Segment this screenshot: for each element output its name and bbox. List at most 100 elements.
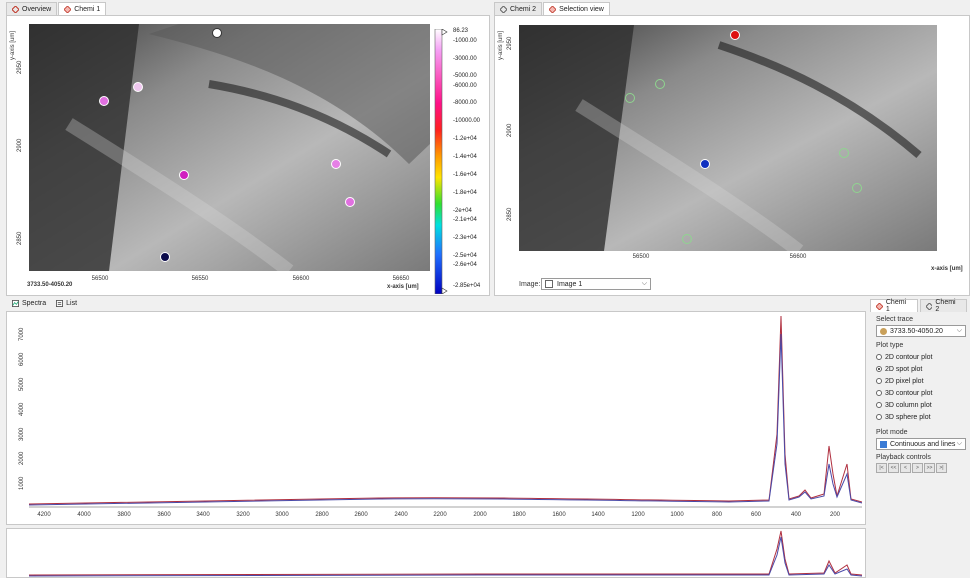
spectra-plot[interactable] (29, 314, 862, 508)
x-tick: 56600 (292, 276, 310, 282)
y-tick: 2000 (19, 451, 25, 465)
colorbar-label: -2.3e+04 (453, 235, 477, 241)
radio-3d-contour[interactable]: 3D contour plot (876, 387, 968, 399)
spectra-panel-2 (6, 528, 866, 578)
x-tick: 56650 (392, 276, 410, 282)
spectra-plot-2[interactable] (29, 529, 862, 577)
spot-marker[interactable] (331, 159, 341, 169)
microscope-image-2[interactable] (519, 25, 937, 251)
spot-marker[interactable] (700, 159, 710, 169)
colorbar-label: -6000.00 (453, 83, 477, 89)
x-tick: 4200 (37, 512, 51, 518)
playback-label: Playback controls (876, 454, 931, 461)
radio-2d-pixel[interactable]: 2D pixel plot (876, 375, 968, 387)
colorbar-label: -1.2e+04 (453, 136, 477, 142)
rewind-button[interactable]: << (888, 463, 899, 473)
tab-side-chemi-2[interactable]: Chemi 2 (919, 299, 967, 313)
spot-marker[interactable] (839, 148, 849, 158)
radio-icon (876, 414, 882, 420)
overview-icon (12, 5, 19, 13)
spot-marker[interactable] (212, 28, 222, 38)
radio-icon (876, 366, 882, 372)
chemi-icon (925, 302, 933, 310)
fast-forward-button[interactable]: >> (924, 463, 935, 473)
colorbar-label: -5000.00 (453, 73, 477, 79)
chevron-down-icon: ⌵ (956, 440, 962, 447)
colorbar (434, 29, 448, 294)
spot-marker[interactable] (730, 30, 740, 40)
radio-icon (876, 378, 882, 384)
x-tick: 3800 (117, 512, 131, 518)
x-tick: 1800 (512, 512, 526, 518)
right-tabstrip: Chemi 2 Selection view (494, 2, 611, 15)
trace-select[interactable]: 3733.50-4050.20 ⌵ (876, 325, 966, 337)
tab-chemi-2[interactable]: Chemi 2 (494, 2, 543, 15)
spectra-icon (12, 300, 19, 307)
radio-2d-spot[interactable]: 2D spot plot (876, 363, 968, 375)
x-tick: 200 (829, 512, 841, 518)
colorbar-label: -1.6e+04 (453, 172, 477, 178)
play-button[interactable]: > (912, 463, 923, 473)
y-tick: 2850 (507, 207, 513, 221)
image-icon (545, 280, 553, 288)
radio-icon (876, 390, 882, 396)
x-tick: 1400 (591, 512, 605, 518)
bottom-tabstrip: Spectra List (12, 300, 77, 307)
x-tick: 4000 (77, 512, 91, 518)
radio-3d-column[interactable]: 3D column plot (876, 399, 968, 411)
spot-marker[interactable] (345, 197, 355, 207)
x-tick: 3000 (275, 512, 289, 518)
y-tick: 5000 (19, 377, 25, 391)
tab-selection-view[interactable]: Selection view (543, 2, 610, 15)
colorbar-label: 86.23 (453, 28, 469, 34)
x-tick: 2000 (473, 512, 487, 518)
x-tick: 2800 (315, 512, 329, 518)
spot-marker[interactable] (852, 183, 862, 193)
spot-marker[interactable] (99, 96, 109, 106)
spot-marker[interactable] (682, 234, 692, 244)
plot-mode-select[interactable]: Continuous and lines ⌵ (876, 438, 966, 450)
spot-marker[interactable] (133, 82, 143, 92)
tab-list[interactable]: List (56, 300, 77, 307)
x-tick: 56500 (632, 254, 650, 260)
spectra-panel: 7000 6000 5000 4000 3000 2000 1000 4200 … (6, 311, 866, 525)
last-frame-button[interactable]: >| (936, 463, 947, 473)
y-tick: 2950 (507, 36, 513, 50)
spot-marker[interactable] (625, 93, 635, 103)
x-axis-label: x-axis [um] (387, 284, 419, 290)
radio-3d-sphere[interactable]: 3D sphere plot (876, 411, 968, 423)
tab-overview[interactable]: Overview (6, 2, 58, 15)
tab-label: Chemi 2 (510, 5, 537, 13)
y-tick: 2850 (17, 231, 23, 245)
image-select[interactable]: Image 1 ⌵ (541, 278, 651, 290)
tab-spectra[interactable]: Spectra (12, 300, 46, 307)
list-icon (56, 300, 64, 307)
spot-marker[interactable] (179, 170, 189, 180)
colorbar-label: -8000.00 (453, 100, 477, 106)
tab-side-chemi-1[interactable]: Chemi 1 (870, 299, 918, 313)
y-tick: 6000 (19, 352, 25, 366)
x-tick: 56550 (191, 276, 209, 282)
radio-icon (876, 402, 882, 408)
spot-marker[interactable] (160, 252, 170, 262)
tab-label: Overview (22, 5, 52, 13)
range-label: 3733.50-4050.20 (27, 282, 73, 288)
chemi-icon (64, 5, 72, 13)
colorbar-label: -10000.00 (453, 118, 481, 124)
radio-label: 3D column plot (885, 401, 932, 409)
x-tick: 400 (790, 512, 802, 518)
spot-marker[interactable] (655, 79, 665, 89)
radio-2d-contour[interactable]: 2D contour plot (876, 351, 968, 363)
microscope-image-1[interactable] (29, 24, 430, 271)
tab-chemi-1[interactable]: Chemi 1 (58, 2, 107, 15)
radio-label: 3D contour plot (885, 389, 933, 397)
step-back-button[interactable]: < (900, 463, 911, 473)
x-tick: 56500 (91, 276, 109, 282)
playback-controls: |< << < > >> >| (876, 463, 968, 473)
y-tick: 2900 (507, 123, 513, 137)
plot-mode-value: Continuous and lines (890, 440, 956, 448)
x-axis-label: x-axis [um] (931, 266, 963, 272)
x-tick: 2400 (394, 512, 408, 518)
first-frame-button[interactable]: |< (876, 463, 887, 473)
chevron-down-icon: ⌵ (956, 327, 962, 334)
